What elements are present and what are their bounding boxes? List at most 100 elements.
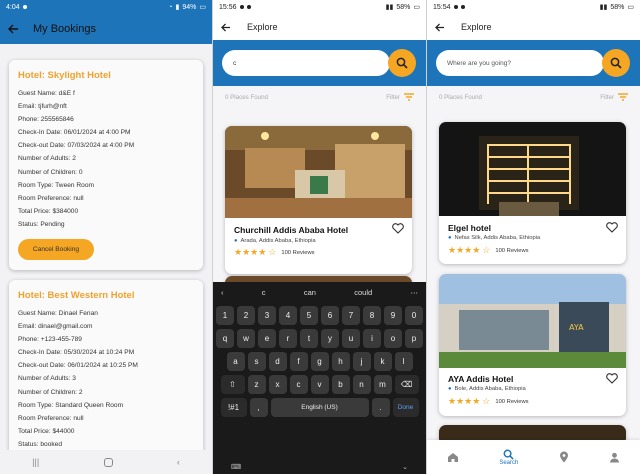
key[interactable]: 0: [405, 306, 423, 325]
suggestion[interactable]: c: [262, 288, 266, 297]
key[interactable]: v: [310, 375, 329, 394]
hotel-card[interactable]: Churchill Addis Ababa Hotel ● Arada, Addi…: [225, 126, 412, 274]
back-arrow-icon[interactable]: [8, 24, 19, 34]
search-input[interactable]: Where are you going?: [436, 50, 604, 76]
key[interactable]: m: [373, 375, 392, 394]
period-key[interactable]: .: [371, 398, 390, 417]
suggestion[interactable]: can: [304, 288, 316, 297]
notification-icon: [453, 5, 458, 9]
key[interactable]: t: [300, 329, 318, 348]
symbols-key[interactable]: !#1: [220, 398, 247, 417]
booking-children: Number of Children: 2: [18, 388, 83, 396]
key[interactable]: 1: [216, 306, 234, 325]
battery-icon: ▭: [413, 4, 420, 11]
notification-icon: [22, 5, 27, 9]
favorite-heart-icon[interactable]: [606, 373, 618, 384]
explore-screen-typing: 15:56 ▮▮ 58% ▭ Explore c 0 Places Found Fi…: [213, 0, 426, 474]
key[interactable]: p: [405, 329, 423, 348]
key[interactable]: r: [279, 329, 297, 348]
filter-button[interactable]: Filter: [386, 93, 414, 101]
key[interactable]: 7: [342, 306, 360, 325]
hotel-card[interactable]: Elgel hotel ● Nefas Silk, Addis Ababa, Et…: [439, 122, 626, 264]
key[interactable]: l: [394, 352, 413, 371]
key[interactable]: 3: [258, 306, 276, 325]
backspace-key[interactable]: ⌫: [394, 375, 419, 394]
on-screen-keyboard: ‹ c can could ⋯ 1 2 3 4 5 6 7 8 9 0 q w …: [213, 282, 426, 474]
search-input[interactable]: c: [222, 50, 390, 76]
shift-key[interactable]: ⇧: [220, 375, 245, 394]
key[interactable]: 2: [237, 306, 255, 325]
nav-home[interactable]: [447, 452, 459, 463]
status-bar: 15:54 ▮▮ 58% ▭: [427, 0, 640, 14]
key[interactable]: a: [226, 352, 245, 371]
key[interactable]: h: [331, 352, 350, 371]
favorite-heart-icon[interactable]: [392, 223, 404, 234]
booking-status: Status: Pending: [18, 220, 65, 228]
hotel-card[interactable]: AYA AYA Addis Hotel ● Bole, Addis Ababa, …: [439, 274, 626, 416]
key[interactable]: k: [373, 352, 392, 371]
key[interactable]: d: [268, 352, 287, 371]
key[interactable]: i: [363, 329, 381, 348]
key[interactable]: n: [352, 375, 371, 394]
key[interactable]: b: [331, 375, 350, 394]
favorite-heart-icon[interactable]: [606, 222, 618, 233]
hotel-rating: ★★★★ ☆ 100 Reviews: [448, 396, 529, 407]
notification-icon: [460, 5, 465, 9]
key[interactable]: o: [384, 329, 402, 348]
key[interactable]: 8: [363, 306, 381, 325]
hotel-location: ● Arada, Addis Ababa, Ethiopia: [234, 238, 316, 244]
back-icon[interactable]: ‹: [177, 457, 180, 467]
key[interactable]: j: [352, 352, 371, 371]
key[interactable]: e: [258, 329, 276, 348]
nav-search[interactable]: Search: [499, 449, 518, 466]
filter-button[interactable]: Filter: [600, 93, 628, 101]
chevron-left-icon[interactable]: ‹: [221, 288, 224, 297]
nav-map[interactable]: [559, 451, 569, 463]
done-key[interactable]: Done: [392, 398, 419, 417]
search-button[interactable]: [388, 49, 416, 77]
recents-icon[interactable]: |||: [32, 457, 39, 467]
back-arrow-icon[interactable]: [435, 22, 445, 32]
suggestion[interactable]: could: [354, 288, 372, 297]
key[interactable]: 5: [300, 306, 318, 325]
explore-screen: 15:54 ▮▮ 58% ▭ Explore Where are you going…: [427, 0, 640, 474]
key[interactable]: y: [321, 329, 339, 348]
key[interactable]: 6: [321, 306, 339, 325]
booking-guest-name: Guest Name: d&E f: [18, 90, 75, 97]
key[interactable]: 9: [384, 306, 402, 325]
comma-key[interactable]: ,: [249, 398, 268, 417]
home-icon: [448, 452, 459, 462]
key[interactable]: q: [216, 329, 234, 348]
number-row: 1 2 3 4 5 6 7 8 9 0: [213, 306, 426, 325]
chevron-down-icon[interactable]: ⌄: [402, 463, 408, 471]
key[interactable]: 4: [279, 306, 297, 325]
booking-email: Email: dinael@gmail.com: [18, 323, 93, 331]
profile-icon: [609, 452, 619, 462]
key[interactable]: c: [289, 375, 308, 394]
booking-room-type: Room Type: Tween Room: [18, 181, 94, 189]
key-row: q w e r t y u i o p: [213, 329, 426, 348]
key[interactable]: w: [237, 329, 255, 348]
key[interactable]: s: [247, 352, 266, 371]
star-icon: ★★★★: [448, 396, 481, 406]
key[interactable]: z: [247, 375, 266, 394]
keyboard-icon[interactable]: ⌨: [231, 463, 241, 471]
key-row: !#1 , English (US) . Done: [213, 398, 426, 417]
cancel-booking-button[interactable]: Cancel Booking: [18, 239, 94, 261]
key-row: a s d f g h j k l: [213, 352, 426, 371]
nav-profile[interactable]: [609, 452, 620, 463]
key[interactable]: g: [310, 352, 329, 371]
key[interactable]: x: [268, 375, 287, 394]
star-empty-icon: ☆: [482, 245, 491, 255]
back-arrow-icon[interactable]: [221, 22, 231, 32]
key[interactable]: u: [342, 329, 360, 348]
filter-icon: [618, 93, 628, 101]
search-button[interactable]: [602, 49, 630, 77]
search-bar: c: [213, 40, 426, 86]
key[interactable]: f: [289, 352, 308, 371]
filter-icon: [404, 93, 414, 101]
more-icon[interactable]: ⋯: [410, 288, 418, 297]
space-key[interactable]: English (US): [270, 398, 369, 417]
hotel-rating: ★★★★ ☆ 100 Reviews: [234, 247, 315, 258]
home-icon[interactable]: [103, 457, 113, 467]
